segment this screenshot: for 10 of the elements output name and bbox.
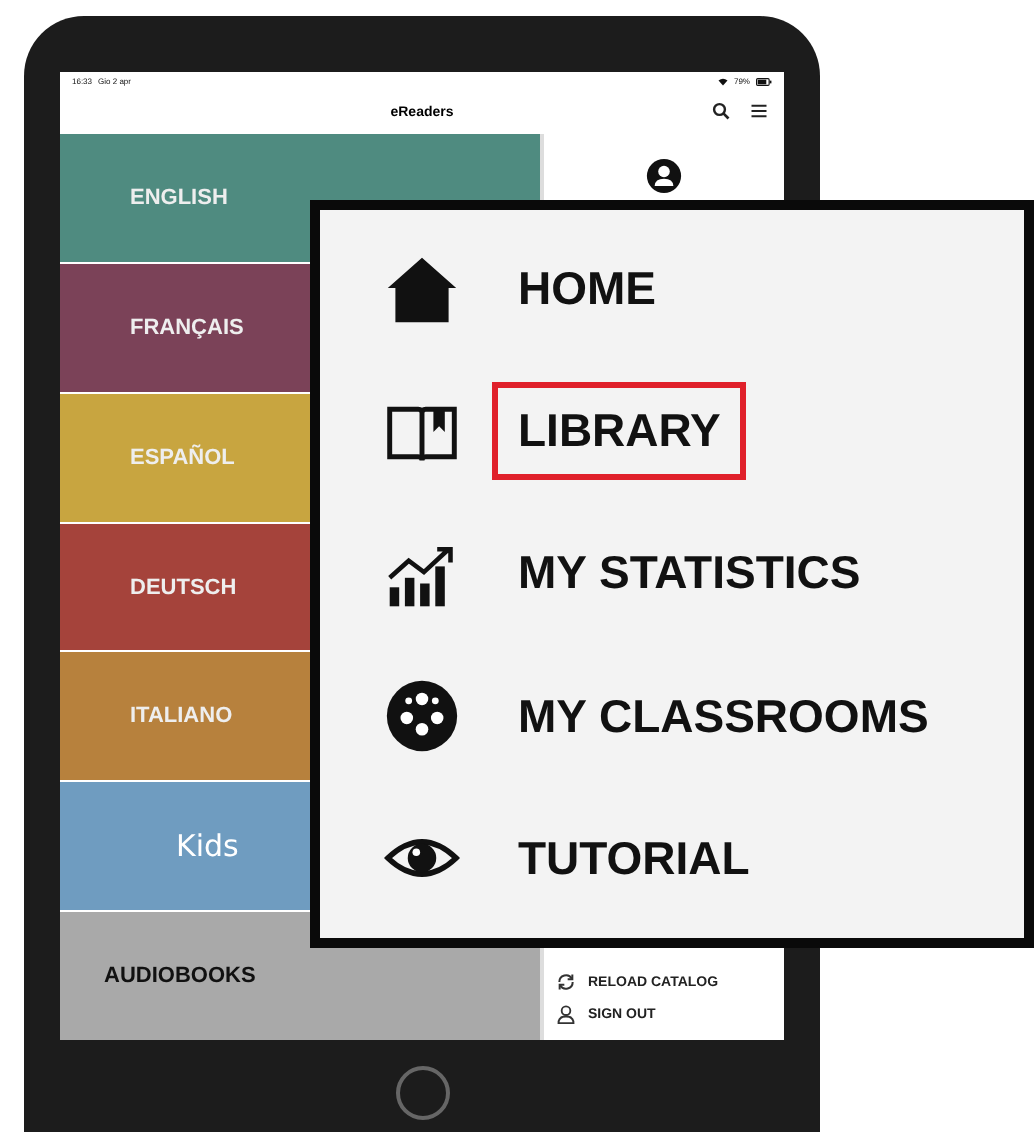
- search-icon[interactable]: [712, 102, 730, 120]
- user-icon: [556, 1004, 576, 1024]
- refresh-icon: [556, 972, 576, 992]
- menu-item[interactable]: LIBRARY: [492, 382, 747, 481]
- user-avatar-icon[interactable]: [646, 158, 682, 194]
- wifi-icon: [717, 77, 728, 85]
- battery-icon: [756, 77, 772, 85]
- home-button[interactable]: [395, 1066, 449, 1120]
- group-icon: [384, 678, 460, 755]
- menu-icon[interactable]: [750, 102, 768, 120]
